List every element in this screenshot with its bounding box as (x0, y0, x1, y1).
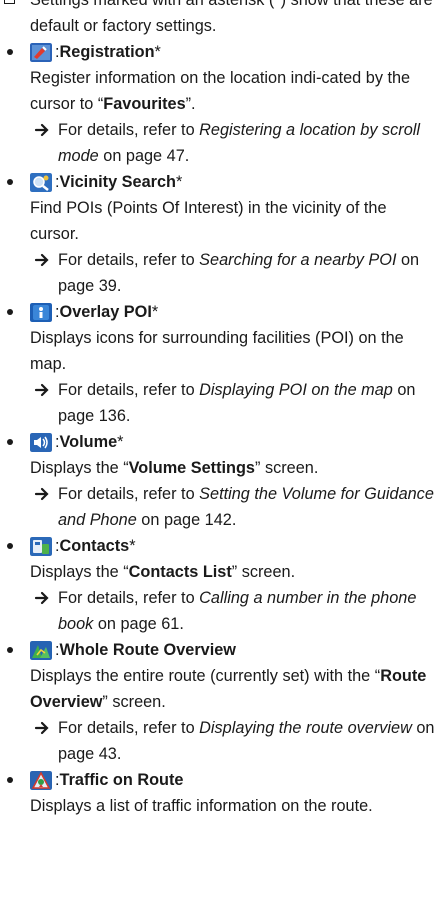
right-arrow-icon (32, 117, 52, 143)
item-description: Displays the “Contacts List” screen. (30, 563, 296, 581)
list-item-contacts: : Contacts * Displays the “Contacts List”… (0, 533, 439, 637)
reference-link[interactable]: Searching for a nearby POI (199, 251, 396, 269)
item-description: Displays the “Volume Settings” screen. (30, 459, 319, 477)
whole-route-overview-icon (30, 640, 52, 660)
bullet-icon (7, 647, 13, 653)
item-title: Contacts (59, 537, 130, 555)
bullet-icon (7, 49, 13, 55)
item-description: Displays a list of traffic information o… (30, 797, 373, 815)
list-item-registration: : Registration * Register information on … (0, 39, 439, 169)
list-item-traffic-on-route: : Traffic on Route Displays a list of tr… (0, 767, 439, 819)
bullet-icon (7, 543, 13, 549)
item-description: Displays the entire route (currently set… (30, 667, 427, 711)
reference-link[interactable]: Displaying POI on the map (199, 381, 393, 399)
asterisk: * (117, 433, 124, 451)
asterisk: * (151, 303, 159, 321)
traffic-on-route-icon (30, 770, 52, 790)
cross-reference: For details, refer to Displaying the rou… (30, 715, 439, 767)
checkbox-square-icon (4, 0, 15, 4)
bullet-icon (7, 439, 13, 445)
item-title: Whole Route Overview (59, 641, 236, 659)
asterisk: * (175, 173, 183, 191)
cross-reference: For details, refer to Setting the Volume… (30, 481, 439, 533)
asterisk: * (129, 537, 136, 555)
right-arrow-icon (32, 247, 52, 273)
cross-reference: For details, refer to Registering a loca… (30, 117, 439, 169)
item-description: Register information on the location ind… (30, 69, 411, 113)
right-arrow-icon (32, 377, 52, 403)
cross-reference: For details, refer to Displaying POI on … (30, 377, 439, 429)
list-item-volume: : Volume * Displays the “Volume Settings”… (0, 429, 439, 533)
item-title: Volume (59, 433, 118, 451)
item-description: Displays icons for surrounding facilitie… (30, 329, 404, 373)
right-arrow-icon (32, 585, 52, 611)
settings-note: Settings marked with an asterisk (*) sho… (0, 0, 439, 39)
item-title: Vicinity Search (59, 173, 176, 191)
item-title: Overlay POI (59, 303, 152, 321)
list-item-overlay-poi: : Overlay POI * Displays icons for surrou… (0, 299, 439, 429)
item-description: Find POIs (Points Of Interest) in the vi… (30, 199, 387, 243)
manual-page: Settings marked with an asterisk (*) sho… (0, 0, 439, 819)
bullet-icon (7, 777, 13, 783)
list-item-vicinity-search: : Vicinity Search * Find POIs (Points Of … (0, 169, 439, 299)
item-title: Registration (59, 43, 155, 61)
volume-icon (30, 432, 52, 452)
bullet-icon (7, 179, 13, 185)
asterisk: * (154, 43, 161, 61)
contacts-icon (30, 536, 52, 556)
list-item-whole-route-overview: : Whole Route Overview Displays the enti… (0, 637, 439, 767)
bullet-icon (7, 309, 13, 315)
cross-reference: For details, refer to Searching for a ne… (30, 247, 439, 299)
cross-reference: For details, refer to Calling a number i… (30, 585, 439, 637)
right-arrow-icon (32, 481, 52, 507)
right-arrow-icon (32, 715, 52, 741)
item-title: Traffic on Route (59, 771, 184, 789)
note-text: Settings marked with an asterisk (*) sho… (30, 0, 433, 35)
overlay-poi-icon (30, 302, 52, 322)
vicinity-search-icon (30, 172, 52, 192)
registration-icon (30, 42, 52, 62)
reference-link[interactable]: Displaying the route overview (199, 719, 412, 737)
